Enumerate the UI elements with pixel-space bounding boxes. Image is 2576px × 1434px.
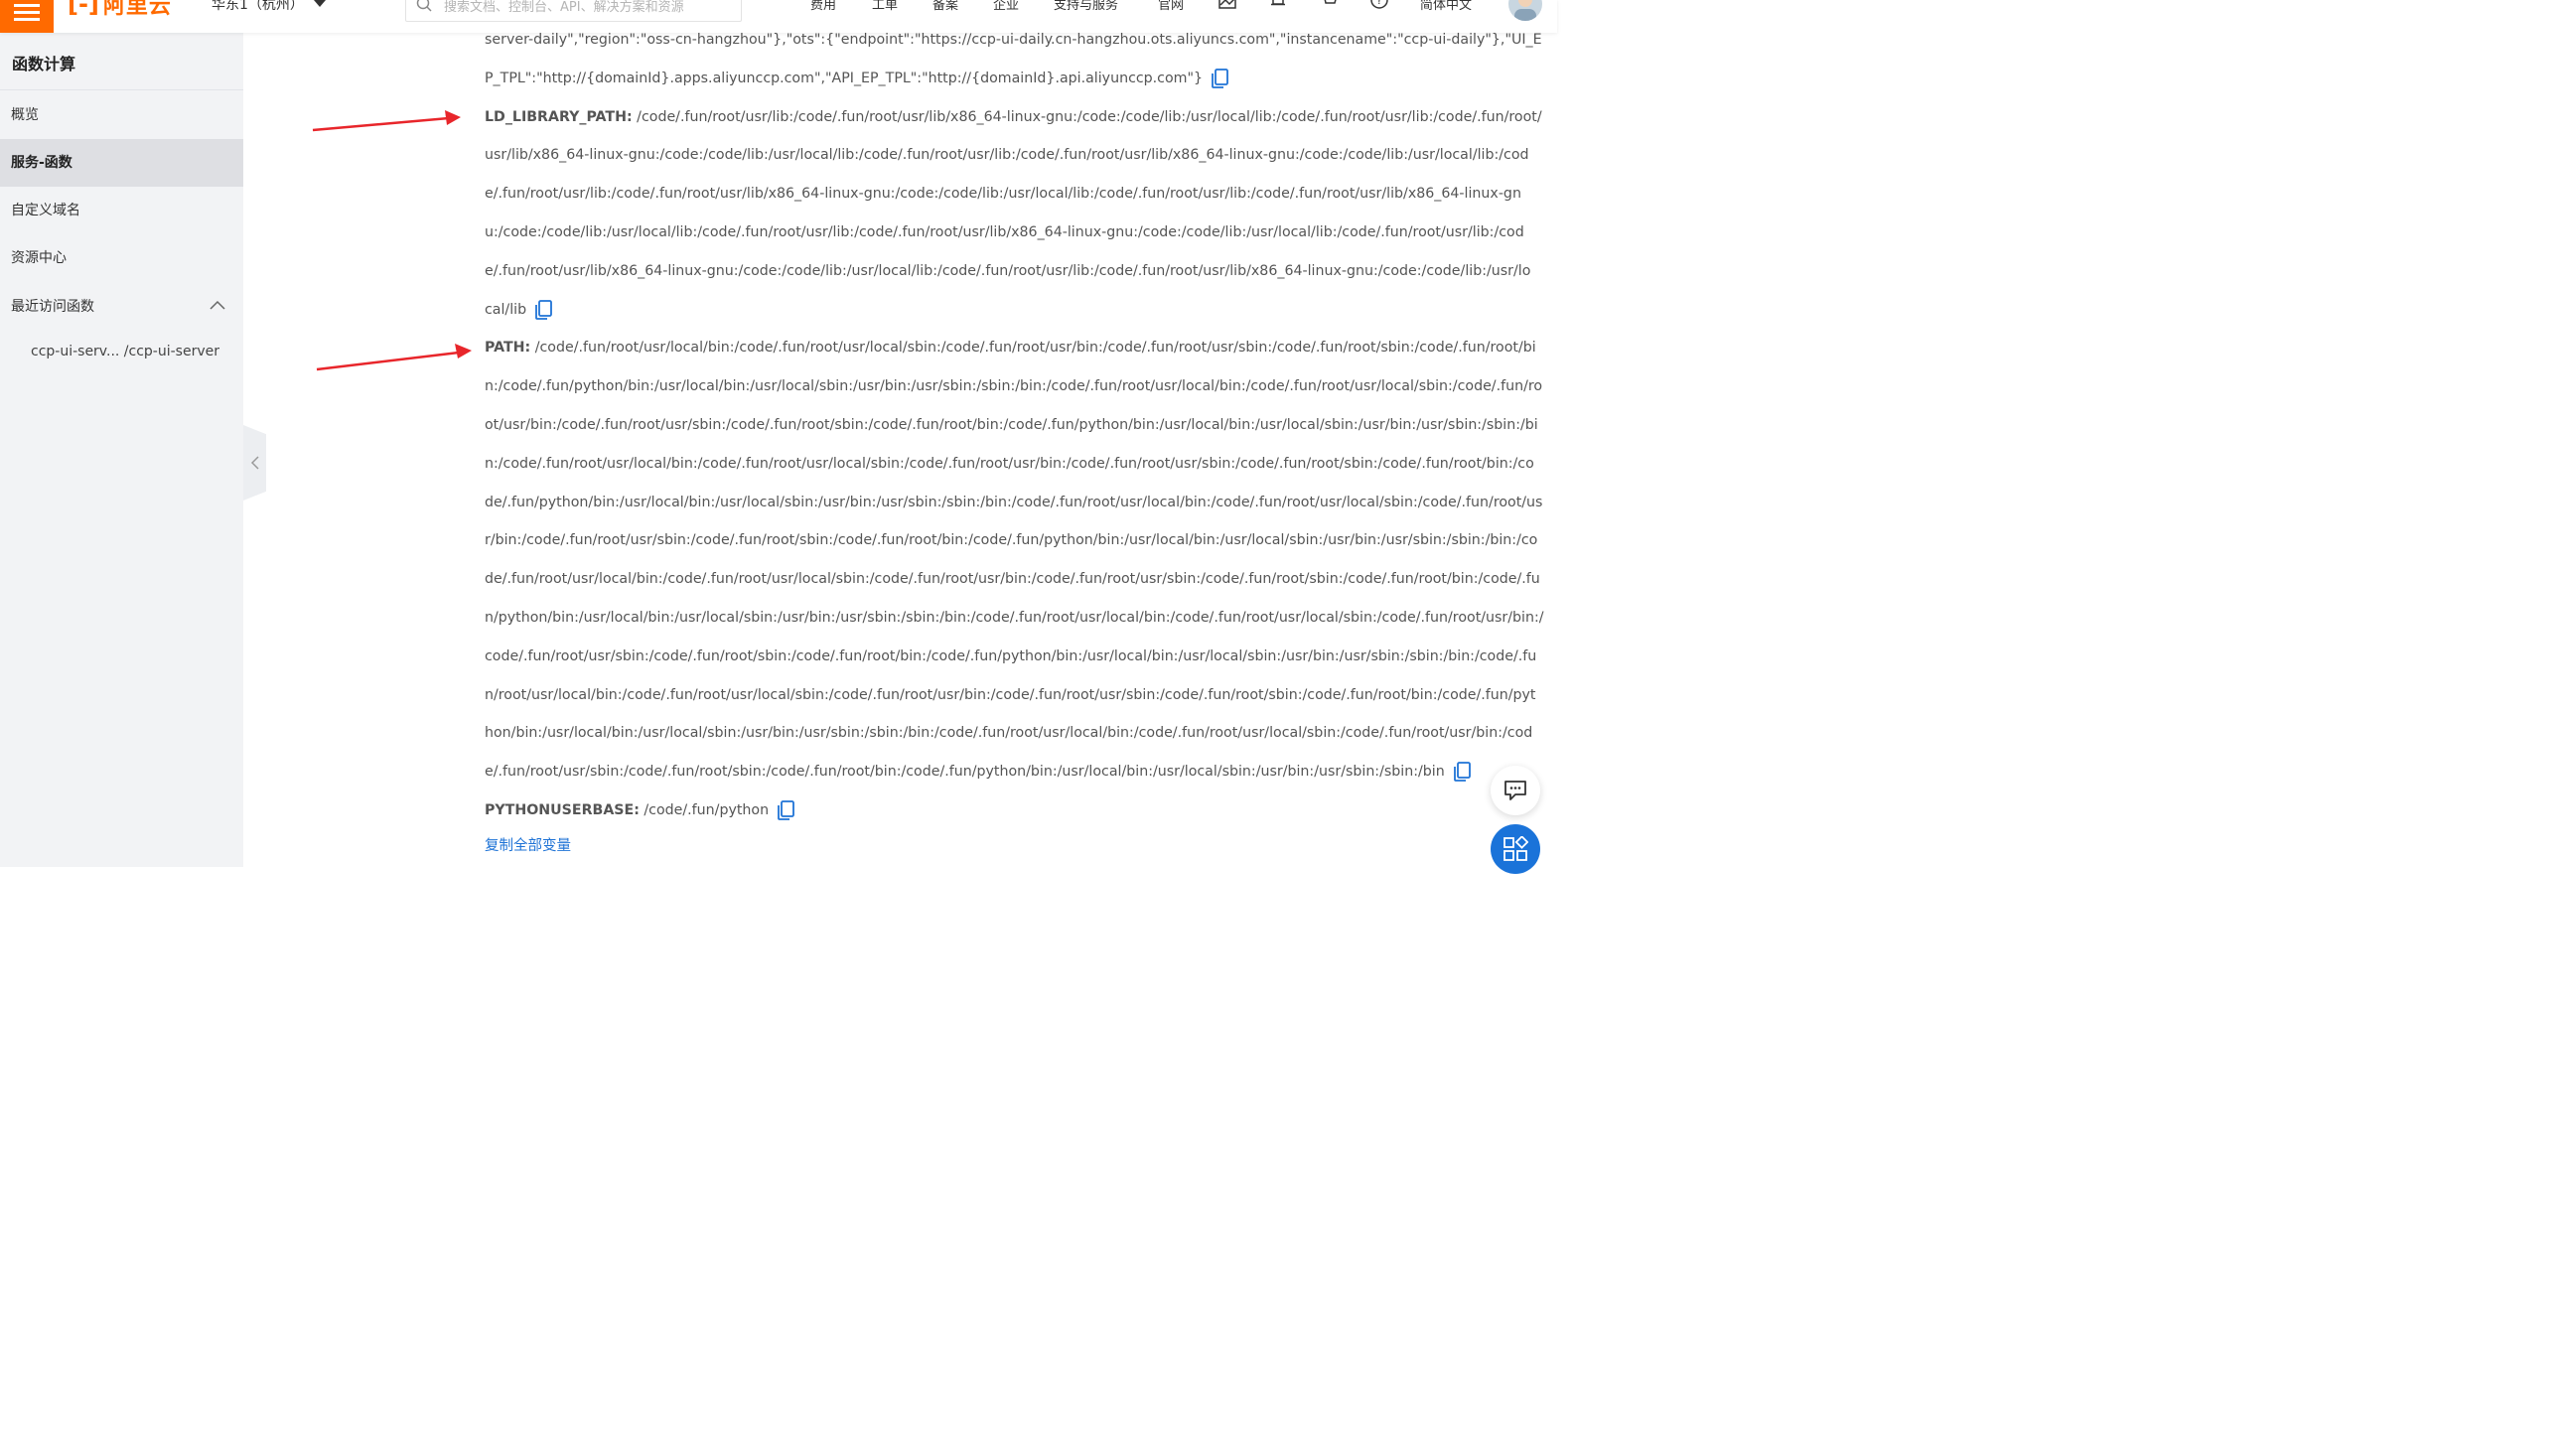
logo-text: 阿里云 bbox=[102, 0, 172, 19]
env-var-path: PATH: /code/.fun/root/usr/local/bin:/cod… bbox=[485, 329, 1536, 366]
env-var-value: de/.fun/root/usr/local/bin:/code/.fun/ro… bbox=[485, 571, 1540, 588]
copy-icon[interactable] bbox=[1453, 762, 1471, 783]
copy-icon[interactable] bbox=[1211, 68, 1228, 88]
sidebar-item-overview[interactable]: 概览 bbox=[0, 91, 243, 139]
env-var-value: cal/lib bbox=[485, 301, 527, 318]
nav-link-support[interactable]: 支持与服务 bbox=[1054, 0, 1118, 13]
language-selector[interactable]: 简体中文 bbox=[1420, 0, 1472, 13]
env-var-value: P_TPL":"http://{domainId}.apps.aliyunccp… bbox=[485, 70, 1204, 86]
menu-button[interactable] bbox=[0, 0, 54, 33]
env-var-line: code/.fun/root/usr/sbin:/code/.fun/root/… bbox=[485, 638, 1536, 675]
sidebar: 函数计算 概览 服务-函数 自定义域名 资源中心 最近访问函数 ccp-ui-s… bbox=[0, 33, 243, 867]
env-var-value: u:/code:/code/lib:/usr/local/lib:/code/.… bbox=[485, 224, 1524, 240]
recent-function-link[interactable]: ccp-ui-serv... /ccp-ui-server bbox=[31, 344, 219, 359]
env-var-line: ot/usr/bin:/code/.fun/root/usr/sbin:/cod… bbox=[485, 406, 1538, 444]
menu-icon bbox=[14, 3, 40, 21]
copy-icon[interactable] bbox=[534, 299, 553, 320]
nav-link-fees[interactable]: 费用 bbox=[810, 0, 836, 13]
env-var-line: de/.fun/root/usr/local/bin:/code/.fun/ro… bbox=[485, 560, 1540, 598]
env-var-line: usr/lib/x86_64-linux-gnu:/code:/code/lib… bbox=[485, 136, 1529, 174]
env-var-value: e/.fun/root/usr/lib/x86_64-linux-gnu:/co… bbox=[485, 262, 1531, 279]
env-var-key: LD_LIBRARY_PATH: bbox=[485, 108, 633, 125]
env-var-value: code/.fun/root/usr/sbin:/code/.fun/root/… bbox=[485, 647, 1537, 664]
bell-icon[interactable] bbox=[1269, 0, 1287, 9]
apps-button[interactable] bbox=[1491, 824, 1540, 874]
env-var-line: hon/bin:/usr/local/bin:/usr/local/sbin:/… bbox=[485, 714, 1532, 752]
region-label: 华东1（杭州） bbox=[212, 0, 304, 13]
search-input[interactable]: 搜索文档、控制台、API、解决方案和资源 bbox=[444, 0, 684, 15]
sidebar-title: 函数计算 bbox=[12, 55, 76, 73]
chat-icon bbox=[1504, 781, 1526, 800]
sidebar-item-recent-functions[interactable]: 最近访问函数 bbox=[0, 283, 243, 331]
sidebar-collapse-handle[interactable] bbox=[243, 425, 266, 501]
env-var-line: e/.fun/root/usr/lib:/code/.fun/root/usr/… bbox=[485, 175, 1521, 213]
env-var-line: u:/code:/code/lib:/usr/local/lib:/code/.… bbox=[485, 214, 1524, 251]
env-var-value: /code/.fun/python bbox=[639, 802, 770, 818]
nav-link-enterprise[interactable]: 企业 bbox=[993, 0, 1019, 13]
sidebar-item-resource-center[interactable]: 资源中心 bbox=[0, 234, 243, 282]
logo-mark: [-] bbox=[68, 0, 99, 18]
env-var-line: e/.fun/root/usr/lib/x86_64-linux-gnu:/co… bbox=[485, 252, 1530, 290]
env-var-value: e/.fun/root/usr/lib:/code/.fun/root/usr/… bbox=[485, 186, 1521, 203]
env-var-line: n:/code/.fun/root/usr/local/bin:/code/.f… bbox=[485, 445, 1534, 483]
apps-icon bbox=[1503, 836, 1528, 861]
env-var-value: hon/bin:/usr/local/bin:/usr/local/sbin:/… bbox=[485, 725, 1533, 742]
nav-link-tickets[interactable]: 工单 bbox=[872, 0, 898, 13]
chat-button[interactable] bbox=[1491, 766, 1540, 815]
env-var-value: usr/lib/x86_64-linux-gnu:/code:/code/lib… bbox=[485, 147, 1529, 164]
nav-link-official-site[interactable]: 官网 bbox=[1158, 0, 1184, 13]
env-var-value: r/bin:/code/.fun/root/usr/sbin:/code/.fu… bbox=[485, 532, 1538, 549]
search-box[interactable]: 搜索文档、控制台、API、解决方案和资源 bbox=[405, 0, 742, 22]
env-var-value: n:/code/.fun/python/bin:/usr/local/bin:/… bbox=[485, 378, 1543, 395]
env-var-value: n/python/bin:/usr/local/bin:/usr/local/s… bbox=[485, 610, 1544, 626]
annotation-arrow-ld-library-path bbox=[312, 110, 461, 132]
chevron-left-icon bbox=[250, 456, 259, 470]
copy-all-variables-link[interactable]: 复制全部变量 bbox=[485, 834, 571, 855]
avatar-icon bbox=[1514, 0, 1536, 21]
env-var-value: n:/code/.fun/root/usr/local/bin:/code/.f… bbox=[485, 455, 1534, 472]
env-var-key: PYTHONUSERBASE: bbox=[485, 802, 640, 818]
env-var-line: de/.fun/python/bin:/usr/local/bin:/usr/l… bbox=[485, 484, 1542, 521]
env-var-value: /code/.fun/root/usr/local/bin:/code/.fun… bbox=[530, 340, 1536, 357]
nav-link-filing[interactable]: 备案 bbox=[932, 0, 958, 13]
env-var-value: n/root/usr/local/bin:/code/.fun/root/usr… bbox=[485, 686, 1536, 703]
svg-text:?: ? bbox=[1376, 0, 1382, 7]
caret-down-icon bbox=[313, 0, 326, 7]
env-var-line: cal/lib bbox=[485, 291, 553, 329]
sidebar-item-services-functions[interactable]: 服务-函数 bbox=[0, 139, 243, 187]
avatar[interactable] bbox=[1508, 0, 1542, 21]
region-selector[interactable]: 华东1（杭州） bbox=[212, 0, 326, 14]
aliyun-logo[interactable]: [-] 阿里云 bbox=[68, 0, 172, 20]
env-var-value: /code/.fun/root/usr/lib:/code/.fun/root/… bbox=[632, 108, 1542, 125]
env-var-value: server-daily","region":"oss-cn-hangzhou"… bbox=[485, 32, 1542, 48]
search-icon bbox=[416, 0, 432, 12]
env-var-line: r/bin:/code/.fun/root/usr/sbin:/code/.fu… bbox=[485, 521, 1537, 559]
env-var-value: e/.fun/root/usr/sbin:/code/.fun/root/sbi… bbox=[485, 764, 1445, 781]
env-var-value: ot/usr/bin:/code/.fun/root/usr/sbin:/cod… bbox=[485, 417, 1538, 433]
chevron-up-icon[interactable] bbox=[210, 300, 225, 310]
copy-icon[interactable] bbox=[777, 800, 794, 820]
env-var-line: n/python/bin:/usr/local/bin:/usr/local/s… bbox=[485, 599, 1544, 637]
image-icon[interactable] bbox=[1218, 0, 1236, 9]
sidebar-divider bbox=[0, 89, 243, 90]
env-var-line: n/root/usr/local/bin:/code/.fun/root/usr… bbox=[485, 676, 1536, 714]
cart-icon[interactable] bbox=[1320, 0, 1338, 9]
help-icon[interactable]: ? bbox=[1370, 0, 1388, 9]
env-var-line: n:/code/.fun/python/bin:/usr/local/bin:/… bbox=[485, 367, 1542, 405]
annotation-arrow-path bbox=[316, 344, 472, 371]
env-var-line: P_TPL":"http://{domainId}.apps.aliyunccp… bbox=[485, 60, 1228, 97]
env-var-value: de/.fun/python/bin:/usr/local/bin:/usr/l… bbox=[485, 494, 1543, 510]
env-var-ld-library-path: LD_LIBRARY_PATH: /code/.fun/root/usr/lib… bbox=[485, 98, 1542, 136]
env-var-key: PATH: bbox=[485, 340, 531, 357]
env-var-pythonuserbase: PYTHONUSERBASE: /code/.fun/python bbox=[485, 791, 794, 829]
sidebar-item-custom-domains[interactable]: 自定义域名 bbox=[0, 187, 243, 234]
env-var-line: e/.fun/root/usr/sbin:/code/.fun/root/sbi… bbox=[485, 753, 1471, 790]
top-bar: [-] 阿里云 华东1（杭州） 搜索文档、控制台、API、解决方案和资源 费用 … bbox=[0, 0, 1557, 33]
